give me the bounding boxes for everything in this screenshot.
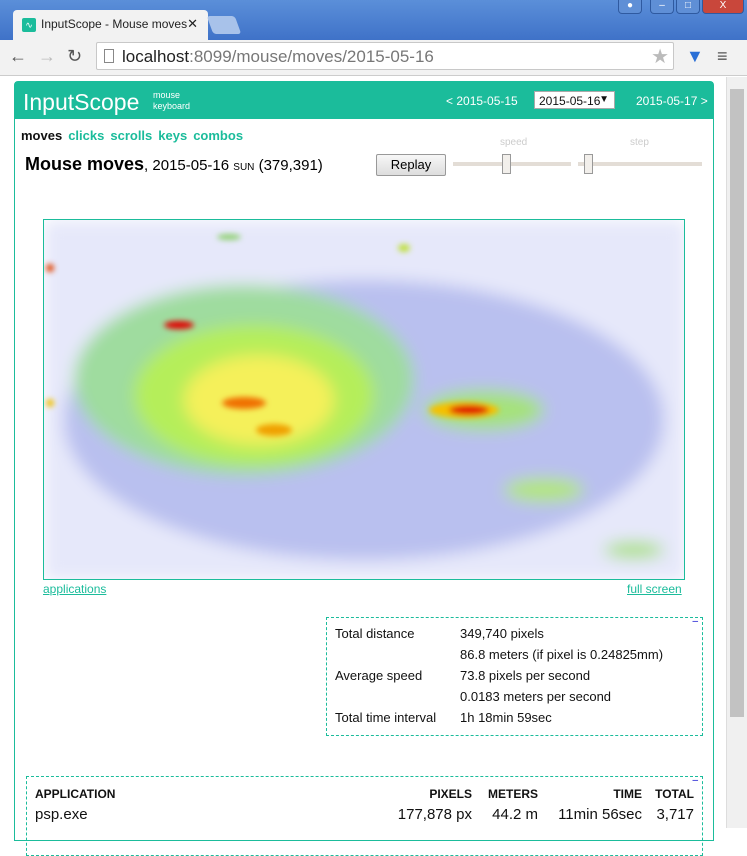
nav-mouse[interactable]: mouse <box>153 90 190 101</box>
page-title: Mouse moves, 2015-05-16 SUN (379,391) <box>25 154 323 175</box>
brand-logo[interactable]: InputScope <box>23 89 139 116</box>
page-card: InputScope mouse keyboard < 2015-05-15 20… <box>14 81 714 856</box>
stat-value: 0.0183 meters per second <box>460 689 612 704</box>
title-count: (379,391) <box>254 157 323 174</box>
new-tab-button[interactable] <box>206 16 242 34</box>
scrollbar-thumb[interactable] <box>730 89 744 717</box>
extension-icon[interactable]: ▼ <box>686 46 704 67</box>
col-application: APPLICATION <box>35 787 116 801</box>
heatmap-image <box>44 220 684 579</box>
step-slider-handle[interactable] <box>584 154 594 174</box>
maximize-icon[interactable]: □ <box>676 0 700 14</box>
app-time: 11min 56sec <box>558 806 642 823</box>
full-screen-link[interactable]: full screen <box>627 582 682 596</box>
applications-link[interactable]: applications <box>43 582 106 596</box>
app-header: InputScope mouse keyboard < 2015-05-15 20… <box>15 82 713 119</box>
browser-tab[interactable]: ∿ InputScope - Mouse moves ✕ <box>13 10 208 40</box>
tab-title: InputScope - Mouse moves <box>41 17 188 31</box>
prev-date-link[interactable]: < 2015-05-15 <box>446 94 518 108</box>
col-pixels: PIXELS <box>429 787 472 801</box>
stat-value: 1h 18min 59sec <box>460 710 552 725</box>
stats-panel: – Total distance 349,740 pixels 86.8 meter… <box>326 617 703 736</box>
speed-slider-handle[interactable] <box>502 154 512 174</box>
title-date: , 2015-05-16 <box>144 157 234 174</box>
tab-keys[interactable]: keys <box>158 128 187 143</box>
stat-label: Total distance <box>335 626 415 641</box>
col-meters: METERS <box>487 787 538 801</box>
bookmark-star-icon[interactable]: ★ <box>651 44 669 69</box>
collapse-icon[interactable]: – <box>692 617 698 627</box>
title-dow: SUN <box>233 162 255 173</box>
tab-scrolls[interactable]: scrolls <box>110 128 152 143</box>
app-total: 3,717 <box>656 806 694 823</box>
tab-combos[interactable]: combos <box>193 128 243 143</box>
browser-toolbar: ← → ↻ localhost:8099/mouse/moves/2015-05… <box>0 40 747 76</box>
url-path: :8099/mouse/moves/2015-05-16 <box>189 47 434 66</box>
browser-titlebar: ∿ InputScope - Mouse moves ✕ ● – □ X <box>0 0 747 40</box>
stat-label: Average speed <box>335 668 423 683</box>
stat-value: 349,740 pixels <box>460 626 544 641</box>
mouse-moves-heatmap <box>43 219 685 580</box>
forward-icon[interactable]: → <box>38 46 56 67</box>
nav-keyboard[interactable]: keyboard <box>153 101 190 112</box>
minimize-icon[interactable]: – <box>650 0 674 14</box>
reload-icon[interactable]: ↻ <box>67 46 82 67</box>
stat-value: 73.8 pixels per second <box>460 668 591 683</box>
speed-label: speed <box>500 137 528 148</box>
next-date-link[interactable]: 2015-05-17 > <box>636 94 708 108</box>
app-favicon-icon: ∿ <box>22 18 36 32</box>
type-tabs: moves clicks scrolls keys combos <box>21 128 249 143</box>
close-window-icon[interactable]: X <box>702 0 744 14</box>
stat-label: Total time interval <box>335 710 437 725</box>
tab-close-icon[interactable]: ✕ <box>187 16 198 32</box>
dropdown-arrow-icon: ▼ <box>599 94 609 105</box>
date-select[interactable]: 2015-05-16 ▼ <box>534 91 615 109</box>
tab-moves[interactable]: moves <box>21 128 62 143</box>
back-icon[interactable]: ← <box>9 46 27 67</box>
app-name[interactable]: psp.exe <box>35 806 88 823</box>
profile-icon[interactable]: ● <box>618 0 642 14</box>
page-icon <box>104 49 114 63</box>
col-time: TIME <box>613 787 642 801</box>
step-slider[interactable] <box>578 162 702 166</box>
applications-table: – APPLICATION PIXELS METERS TIME TOTAL p… <box>26 776 703 856</box>
tab-clicks[interactable]: clicks <box>68 128 104 143</box>
replay-button[interactable]: Replay <box>376 154 446 176</box>
step-label: step <box>630 137 649 148</box>
speed-slider[interactable] <box>453 162 571 166</box>
stat-value: 86.8 meters (if pixel is 0.24825mm) <box>460 647 664 662</box>
app-pixels: 177,878 px <box>397 806 472 823</box>
address-bar[interactable]: localhost:8099/mouse/moves/2015-05-16 ★ <box>96 42 674 70</box>
collapse-icon[interactable]: – <box>692 776 698 786</box>
scrollbar[interactable] <box>726 77 747 828</box>
col-total: TOTAL <box>655 787 694 801</box>
url-host: localhost <box>122 47 190 66</box>
title-main: Mouse moves <box>25 154 145 174</box>
menu-icon[interactable]: ≡ <box>717 46 728 67</box>
date-select-value: 2015-05-16 <box>539 94 601 108</box>
app-meters: 44.2 m <box>492 806 538 823</box>
